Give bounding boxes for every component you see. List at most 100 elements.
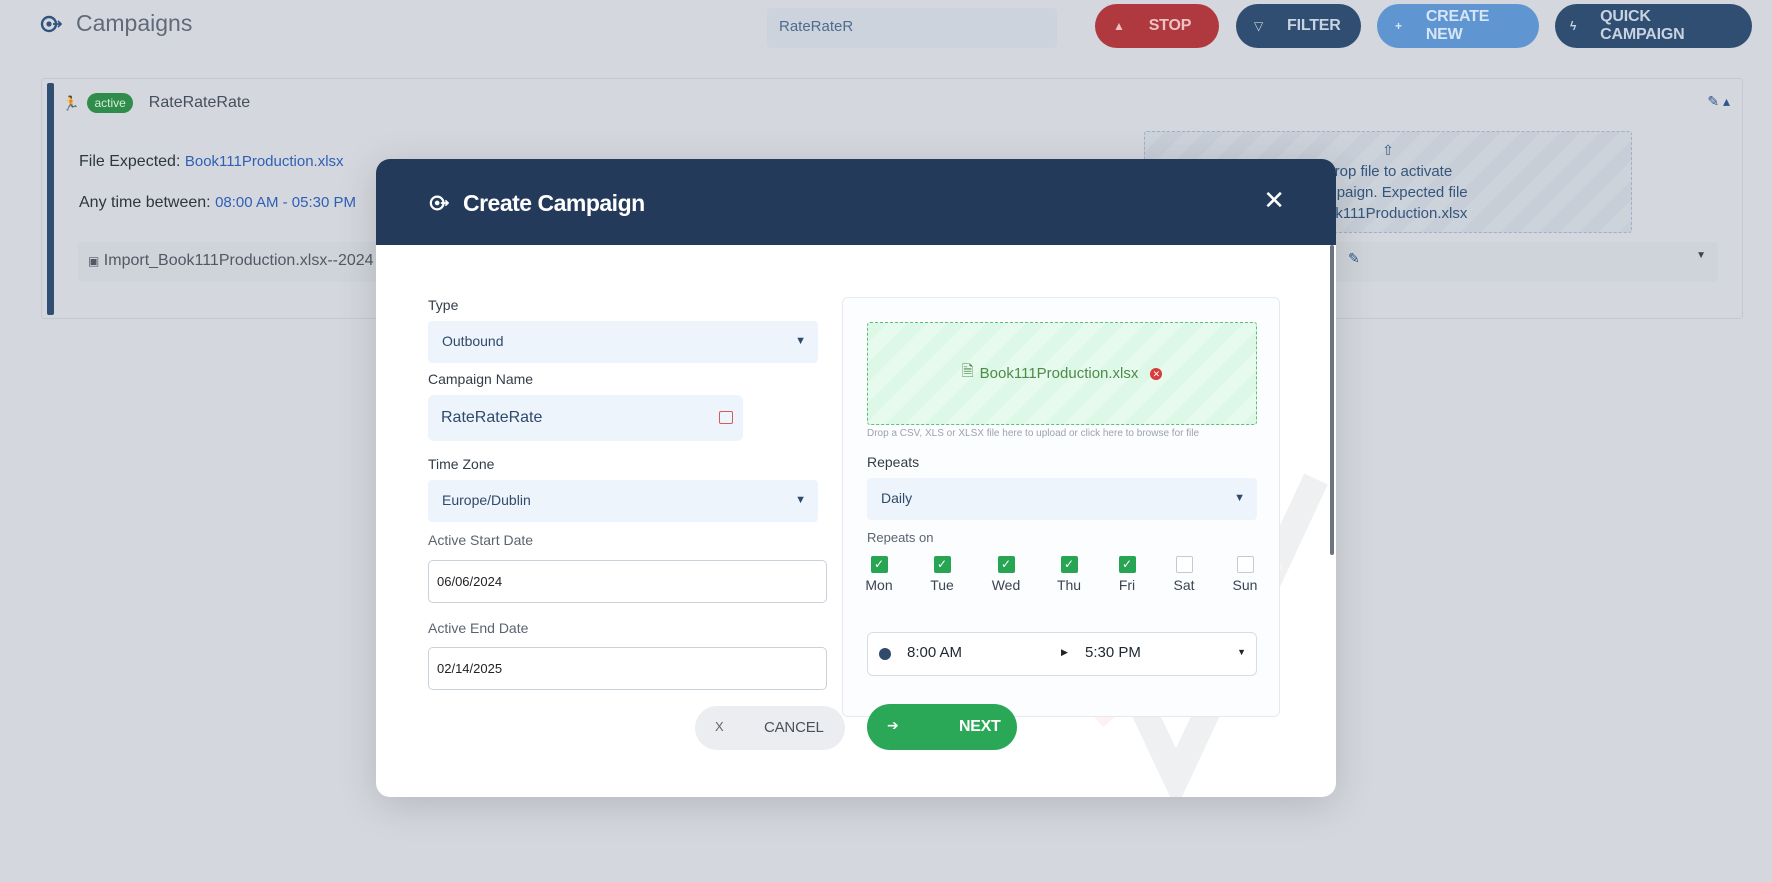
end-date-input[interactable]: 02/14/2025 <box>428 647 827 690</box>
plus-icon: + <box>1395 19 1402 33</box>
start-date-label: Active Start Date <box>428 532 534 548</box>
import-edit-icon[interactable]: ✎ <box>1348 250 1360 267</box>
robot-icon: ▣ <box>88 254 100 268</box>
create-campaign-modal: Create Campaign ✕ Type Outbound ▼ Campai… <box>376 159 1336 797</box>
day-wed[interactable]: ✓ Wed <box>986 556 1026 593</box>
clock-icon <box>879 648 891 660</box>
create-new-button[interactable]: + CREATE NEW <box>1377 4 1539 48</box>
day-label: Mon <box>865 577 893 593</box>
campaign-logo-icon <box>40 15 62 32</box>
day-thu[interactable]: ✓ Thu <box>1049 556 1089 593</box>
warning-icon: ▲ <box>1113 19 1125 33</box>
day-label: Sun <box>1232 577 1258 593</box>
next-button[interactable]: ➔ NEXT <box>867 704 1017 750</box>
day-label: Wed <box>991 577 1021 593</box>
caret-down-icon: ▼ <box>795 494 806 506</box>
top-bar: Campaigns RateRateR ▲ STOP ▽ FILTER + CR… <box>25 0 1772 56</box>
type-value: Outbound <box>442 333 504 349</box>
stop-label: STOP <box>1148 17 1192 34</box>
file-expected-link[interactable]: Book111Production.xlsx <box>185 153 344 170</box>
day-label: Fri <box>1118 577 1136 593</box>
import-name: Import_Book111Production.xlsx--2024 <box>103 252 374 269</box>
timezone-select[interactable]: Europe/Dublin ▼ <box>428 480 818 522</box>
day-checkboxes: ✓ Mon ✓ Tue ✓ Wed ✓ Thu ✓ Fri Sat Sun <box>865 556 1257 596</box>
start-date-input[interactable]: 06/06/2024 <box>428 560 827 603</box>
arrow-right-icon: ▶ <box>1061 647 1068 657</box>
create-new-label: CREATE NEW <box>1425 8 1490 43</box>
campaign-name-value: RateRateRate <box>441 409 543 426</box>
cancel-x-icon: X <box>715 719 724 734</box>
filter-button[interactable]: ▽ FILTER <box>1236 4 1361 48</box>
page-title: Campaigns <box>76 10 193 36</box>
day-sat[interactable]: Sat <box>1164 556 1204 593</box>
repeats-select[interactable]: Daily ▼ <box>867 478 1257 520</box>
repeats-on-label: Repeats on <box>867 530 934 545</box>
file-expected-label: File Expected: <box>79 153 181 170</box>
uploaded-file-name: Book111Production.xlsx <box>979 365 1139 382</box>
modal-title: Create Campaign <box>463 190 645 216</box>
time-window-line: Any time between: 08:00 AM - 05:30 PM <box>79 194 356 212</box>
checkbox-wed[interactable]: ✓ <box>997 556 1015 573</box>
caret-down-icon[interactable]: ▼ <box>1237 647 1246 657</box>
start-time-input[interactable]: 8:00 AM <box>907 644 1037 661</box>
day-mon[interactable]: ✓ Mon <box>859 556 899 593</box>
checkbox-sat[interactable] <box>1175 556 1193 573</box>
page-title-group: Campaigns <box>40 10 192 37</box>
end-date-label: Active End Date <box>428 620 529 636</box>
type-select[interactable]: Outbound ▼ <box>428 321 818 363</box>
day-label: Tue <box>930 577 954 593</box>
quick-campaign-label: QUICK CAMPAIGN <box>1600 8 1685 43</box>
checkbox-thu[interactable]: ✓ <box>1060 556 1078 573</box>
timezone-value: Europe/Dublin <box>442 492 531 508</box>
upload-hint: Drop a CSV, XLS or XLSX file here to upl… <box>867 428 1200 439</box>
running-icon: 🏃 <box>62 94 80 111</box>
search-input[interactable]: RateRateR <box>767 8 1057 48</box>
campaign-name: RateRateRate <box>148 94 251 111</box>
checkbox-mon[interactable]: ✓ <box>870 556 888 573</box>
filter-icon: ▽ <box>1254 19 1264 33</box>
type-label: Type <box>428 297 459 313</box>
quick-campaign-button[interactable]: ϟ QUICK CAMPAIGN <box>1555 4 1752 48</box>
card-accent-stripe <box>47 83 54 315</box>
close-icon[interactable]: ✕ <box>1263 185 1285 216</box>
day-label: Sat <box>1173 577 1195 593</box>
day-label: Thu <box>1056 577 1082 593</box>
card-edit-icon[interactable]: ✎ ▴ <box>1707 93 1730 110</box>
checkbox-fri[interactable]: ✓ <box>1118 556 1136 573</box>
arrow-right-icon: ➔ <box>887 717 899 733</box>
remove-file-icon[interactable]: ✕ <box>1150 367 1163 380</box>
filter-label: FILTER <box>1287 17 1341 34</box>
campaign-name-input[interactable]: RateRateRate <box>428 395 743 441</box>
next-label: NEXT <box>959 718 1001 735</box>
campaign-logo-icon <box>429 195 449 211</box>
repeats-label: Repeats <box>867 454 920 470</box>
day-sun[interactable]: Sun <box>1225 556 1265 593</box>
file-upload-zone[interactable]: 🗎 Book111Production.xlsx ✕ <box>867 322 1257 425</box>
checkbox-sun[interactable] <box>1236 556 1254 573</box>
modal-header: Create Campaign ✕ <box>376 159 1336 245</box>
checkbox-tue[interactable]: ✓ <box>933 556 951 573</box>
card-header: 🏃 active RateRateRate <box>62 93 250 113</box>
template-icon[interactable] <box>719 411 733 424</box>
day-fri[interactable]: ✓ Fri <box>1107 556 1147 593</box>
time-window-value: 08:00 AM - 05:30 PM <box>215 194 356 211</box>
chevron-down-icon[interactable]: ▼ <box>1696 250 1706 261</box>
campaign-name-label: Campaign Name <box>428 371 534 387</box>
caret-down-icon: ▼ <box>1234 492 1245 504</box>
schedule-panel: 🗎 Book111Production.xlsx ✕ Drop a CSV, X… <box>842 297 1280 717</box>
file-expected-line: File Expected: Book111Production.xlsx <box>79 153 344 171</box>
caret-down-icon: ▼ <box>795 335 806 347</box>
upload-icon: ⇧ <box>1382 142 1394 158</box>
timezone-label: Time Zone <box>428 456 495 472</box>
end-time-input[interactable]: 5:30 PM <box>1085 644 1215 661</box>
status-badge: active <box>87 93 133 113</box>
page: Campaigns RateRateR ▲ STOP ▽ FILTER + CR… <box>25 0 1772 882</box>
stop-button[interactable]: ▲ STOP <box>1095 4 1219 48</box>
day-tue[interactable]: ✓ Tue <box>922 556 962 593</box>
time-window-label: Any time between: <box>79 194 211 211</box>
cancel-button[interactable]: X CANCEL <box>695 706 845 750</box>
file-icon: 🗎 <box>961 363 974 380</box>
lightning-icon: ϟ <box>1570 19 1577 33</box>
repeats-value: Daily <box>881 490 913 506</box>
cancel-label: CANCEL <box>764 719 824 736</box>
